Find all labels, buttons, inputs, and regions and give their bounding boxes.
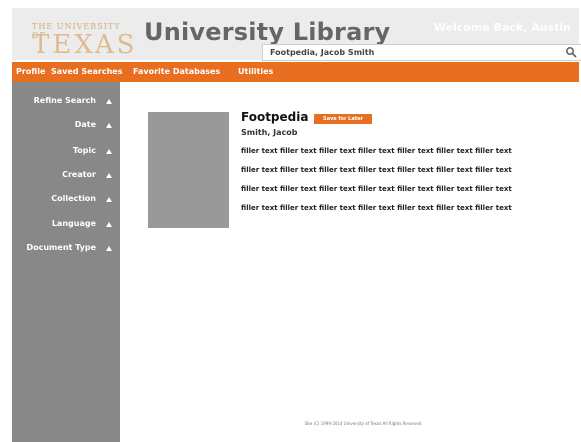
sidebar-item-label: Document Type xyxy=(26,243,96,252)
university-logo[interactable]: THE UNIVERSITY OF TEXAS xyxy=(32,22,135,64)
footer-copyright: Site (C) 1999-2014 University of Texas A… xyxy=(304,421,422,426)
search-box[interactable] xyxy=(262,44,581,61)
record-description-line: filler text filler text filler text fill… xyxy=(241,204,512,212)
sidebar-item-creator[interactable]: Creator xyxy=(12,170,120,186)
chevron-up-icon[interactable] xyxy=(106,197,112,202)
record-detail: Footpedia Save for Later Smith, Jacob fi… xyxy=(120,82,579,442)
top-nav: Profile Saved Searches Favorite Database… xyxy=(12,62,579,82)
chevron-up-icon[interactable] xyxy=(106,173,112,178)
nav-item-favorite-databases[interactable]: Favorite Databases xyxy=(133,67,220,76)
nav-item-saved-searches[interactable]: Saved Searches xyxy=(51,67,122,76)
sidebar-item-refine-search[interactable]: Refine Search xyxy=(12,96,120,112)
record-author: Smith, Jacob xyxy=(241,128,298,137)
sidebar-item-document-type[interactable]: Document Type xyxy=(12,243,120,259)
app-title: University Library xyxy=(144,18,391,46)
sidebar-item-collection[interactable]: Collection xyxy=(12,194,120,210)
record-thumbnail[interactable] xyxy=(148,112,229,228)
record-description-line: filler text filler text filler text fill… xyxy=(241,166,512,174)
sidebar-item-date[interactable]: Date xyxy=(12,120,120,136)
chevron-up-icon[interactable] xyxy=(106,99,112,104)
welcome-message: Welcome Back, Austin xyxy=(433,21,571,34)
record-description-line: filler text filler text filler text fill… xyxy=(241,147,512,155)
header: THE UNIVERSITY OF TEXAS University Libra… xyxy=(12,8,581,61)
chevron-up-icon[interactable] xyxy=(106,123,112,128)
chevron-up-icon[interactable] xyxy=(106,222,112,227)
sidebar-item-topic[interactable]: Topic xyxy=(12,146,120,162)
sidebar-item-label: Creator xyxy=(62,170,96,179)
library-page: THE UNIVERSITY OF TEXAS University Libra… xyxy=(0,0,581,442)
chevron-up-icon[interactable] xyxy=(106,246,112,251)
sidebar-item-label: Topic xyxy=(72,146,96,155)
sidebar-item-label: Language xyxy=(51,219,96,228)
sidebar-item-label: Date xyxy=(74,120,96,129)
nav-item-utilities[interactable]: Utilities xyxy=(238,67,273,76)
search-icon[interactable] xyxy=(565,46,577,58)
record-description-line: filler text filler text filler text fill… xyxy=(241,185,512,193)
sidebar-item-label: Refine Search xyxy=(33,96,96,105)
nav-item-profile[interactable]: Profile xyxy=(16,67,45,76)
save-for-later-button[interactable]: Save for Later xyxy=(314,114,372,124)
record-title: Footpedia xyxy=(241,110,309,124)
refine-sidebar: Refine Search Date Topic Creator Collect… xyxy=(12,82,120,442)
sidebar-item-label: Collection xyxy=(51,194,96,203)
search-input[interactable] xyxy=(270,46,550,59)
sidebar-item-language[interactable]: Language xyxy=(12,219,120,235)
chevron-up-icon[interactable] xyxy=(106,149,112,154)
logo-main-text: TEXAS xyxy=(32,30,138,60)
